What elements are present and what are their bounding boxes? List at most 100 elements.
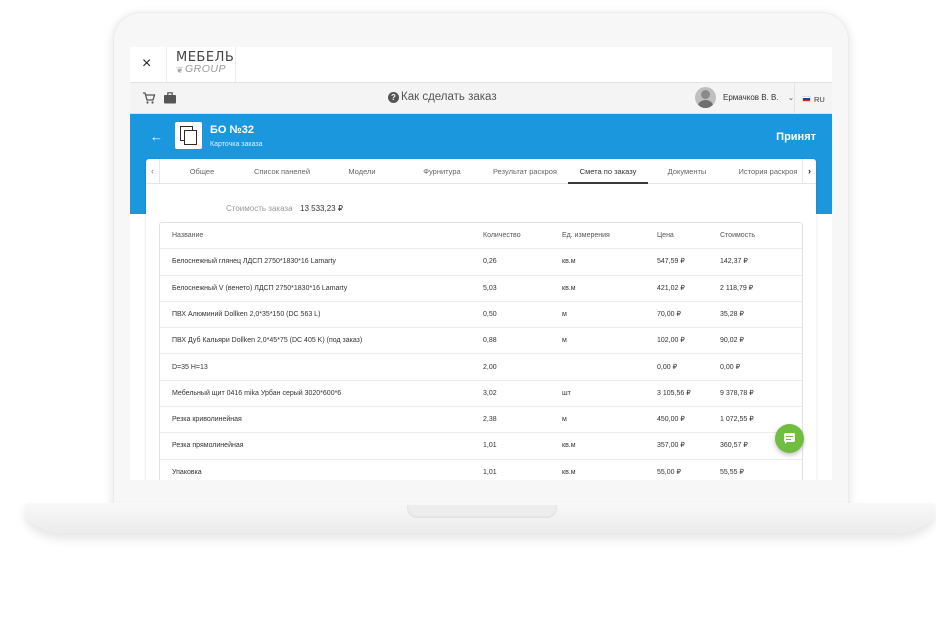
help-link[interactable]: ? Как сделать заказ — [388, 91, 497, 103]
cell-cost: 55,55 ₽ — [720, 468, 744, 476]
app-screen: × МЕБЕЛЬ ❦ GROUP ? Как сделать заказ Ерм… — [130, 47, 832, 480]
cell-unit: м — [562, 337, 567, 345]
chat-button[interactable] — [775, 424, 804, 453]
status-badge: Принят — [776, 131, 816, 143]
cart-icon[interactable] — [142, 91, 156, 105]
logo[interactable]: МЕБЕЛЬ ❦ GROUP — [166, 47, 236, 82]
cell-price: 357,00 ₽ — [657, 442, 685, 450]
cell-cost: 35,28 ₽ — [720, 310, 744, 318]
language-selector[interactable]: RU — [794, 83, 825, 115]
document-icon — [175, 122, 202, 149]
order-subtitle: Карточка заказа — [210, 141, 263, 148]
order-total-label: Стоимость заказа — [226, 204, 293, 213]
cell-cost: 90,02 ₽ — [720, 337, 744, 345]
tab-hardware[interactable]: Фурнитура — [420, 159, 464, 184]
tab-panels[interactable]: Список панелей — [250, 159, 314, 184]
tab-cutting-history[interactable]: История раскроя — [736, 159, 800, 184]
cell-quantity: 0,50 — [483, 310, 497, 318]
table-row[interactable]: Упаковка 1,01 кв.м 55,00 ₽ 55,55 ₽ — [160, 460, 802, 480]
table-row[interactable]: D=35 H=13 2,00 0,00 ₽ 0,00 ₽ — [160, 355, 802, 381]
cell-quantity: 1,01 — [483, 468, 497, 476]
cell-unit: кв.м — [562, 468, 576, 476]
logo-sub-text: GROUP — [185, 63, 227, 75]
cell-name: Белоснежный V (венето) ЛДСП 2750*1830*16… — [172, 284, 348, 292]
table-row[interactable]: Белоснежный глянец ЛДСП 2750*1830*16 Lam… — [160, 249, 802, 276]
column-header-quantity[interactable]: Количество — [483, 223, 521, 249]
leaf-icon: ❦ — [176, 65, 184, 75]
cell-unit: м — [562, 416, 567, 424]
cell-cost: 1 072,55 ₽ — [720, 416, 754, 424]
tab-documents[interactable]: Документы — [664, 159, 710, 184]
table-row[interactable]: Резка криволинейная 2,38 м 450,00 ₽ 1 072,55… — [160, 407, 802, 434]
cell-quantity: 2,38 — [483, 416, 497, 424]
order-card: ‹ Общее Список панелей Модели Фурнитура … — [146, 159, 816, 480]
cell-cost: 142,37 ₽ — [720, 258, 748, 266]
cell-price: 55,00 ₽ — [657, 468, 681, 476]
cell-quantity: 1,01 — [483, 442, 497, 450]
cell-cost: 9 378,78 ₽ — [720, 389, 754, 397]
cell-price: 421,02 ₽ — [657, 284, 685, 292]
cell-quantity: 5,03 — [483, 284, 497, 292]
close-icon[interactable]: × — [142, 56, 156, 72]
table-row[interactable]: Мебельный щит 0416 mika Урбан серый 3020… — [160, 381, 802, 408]
tab-bar: ‹ Общее Список панелей Модели Фурнитура … — [146, 159, 816, 184]
cell-name: Мебельный щит 0416 mika Урбан серый 3020… — [172, 389, 342, 397]
tab-estimate[interactable]: Смета по заказу — [568, 159, 648, 184]
column-header-name[interactable]: Название — [172, 223, 203, 249]
cell-unit: кв.м — [562, 258, 576, 266]
help-text: Как сделать заказ — [401, 91, 497, 103]
cell-cost: 360,57 ₽ — [720, 442, 748, 450]
cell-unit: шт — [562, 389, 571, 397]
table-row[interactable]: ПВХ Дуб Кальяри Dollken 2,0*45*75 (DC 40… — [160, 328, 802, 355]
cell-unit: кв.м — [562, 442, 576, 450]
cell-price: 547,59 ₽ — [657, 258, 685, 266]
user-name: Ермачков В. В. — [723, 93, 779, 102]
cell-name: D=35 H=13 — [172, 363, 208, 371]
estimate-table: Название Количество Ед. измерения Цена С… — [159, 222, 803, 480]
tab-cutting-result[interactable]: Результат раскроя — [490, 159, 560, 184]
cell-cost: 0,00 ₽ — [720, 363, 741, 371]
cell-quantity: 3,02 — [483, 389, 497, 397]
tab-scroll-right-icon[interactable]: › — [802, 159, 816, 184]
column-header-price[interactable]: Цена — [657, 223, 674, 249]
back-arrow-icon[interactable]: ← — [150, 129, 163, 144]
cell-quantity: 0,88 — [483, 337, 497, 345]
flag-ru-icon — [802, 96, 811, 102]
table-row[interactable]: Резка прямолинейная 1,01 кв.м 357,00 ₽ 360,5… — [160, 433, 802, 460]
table-row[interactable]: ПВХ Алюминий Dollken 2,0*35*150 (DC 563 … — [160, 302, 802, 329]
user-menu[interactable]: Ермачков В. В. ⌄ — [695, 87, 794, 108]
cell-price: 450,00 ₽ — [657, 416, 685, 424]
table-row[interactable]: Белоснежный V (венето) ЛДСП 2750*1830*16… — [160, 276, 802, 302]
briefcase-icon[interactable] — [163, 91, 177, 105]
tab-general[interactable]: Общее — [186, 159, 218, 184]
cell-name: Белоснежный глянец ЛДСП 2750*1830*16 Lam… — [172, 258, 336, 266]
cell-name: Резка прямолинейная — [172, 442, 244, 450]
order-total-value: 13 533,23 ₽ — [300, 204, 343, 213]
tab-models[interactable]: Модели — [346, 159, 378, 184]
table-header: Название Количество Ед. измерения Цена С… — [160, 223, 802, 250]
language-label: RU — [814, 94, 825, 104]
cell-name: ПВХ Алюминий Dollken 2,0*35*150 (DC 563 … — [172, 310, 321, 318]
tab-scroll-left-icon[interactable]: ‹ — [146, 159, 160, 184]
cell-unit: м — [562, 310, 567, 318]
column-header-cost[interactable]: Стоимость — [720, 223, 755, 249]
help-icon: ? — [388, 91, 399, 103]
cell-quantity: 0,26 — [483, 258, 497, 266]
cell-name: Резка криволинейная — [172, 416, 242, 424]
top-bar: × МЕБЕЛЬ ❦ GROUP — [130, 47, 832, 82]
toolbar: ? Как сделать заказ Ермачков В. В. ⌄ RU — [130, 82, 832, 115]
cell-price: 3 105,56 ₽ — [657, 389, 691, 397]
cell-unit: кв.м — [562, 284, 576, 292]
order-title: БО №32 — [210, 124, 255, 136]
chat-icon — [784, 433, 795, 444]
cell-quantity: 2,00 — [483, 363, 497, 371]
cell-price: 102,00 ₽ — [657, 337, 685, 345]
avatar — [695, 87, 716, 108]
cell-price: 0,00 ₽ — [657, 363, 678, 371]
cell-name: Упаковка — [172, 468, 202, 476]
cell-name: ПВХ Дуб Кальяри Dollken 2,0*45*75 (DC 40… — [172, 337, 363, 345]
column-header-unit[interactable]: Ед. измерения — [562, 223, 610, 249]
laptop-notch — [407, 505, 557, 518]
cell-cost: 2 118,79 ₽ — [720, 284, 754, 292]
cell-price: 70,00 ₽ — [657, 310, 681, 318]
